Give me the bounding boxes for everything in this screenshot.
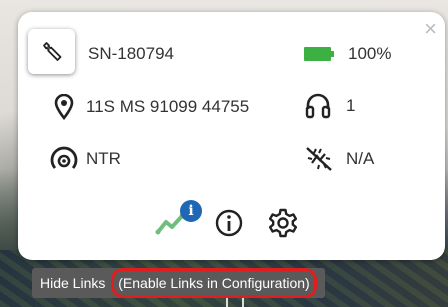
location-pin-icon	[54, 94, 74, 120]
headset-count: 1	[346, 96, 356, 115]
tooltip-highlight: (Enable Links in Configuration)	[111, 268, 317, 298]
info-button[interactable]	[214, 208, 244, 238]
wrench-icon	[40, 40, 64, 64]
signal-row: NTR	[48, 145, 121, 173]
info-icon	[215, 209, 243, 237]
device-tool-button[interactable]	[28, 29, 75, 74]
location-row: 11S MS 91099 44755	[54, 94, 249, 120]
serial-number: SN-180794	[88, 44, 175, 63]
battery-icon	[304, 47, 334, 61]
close-button[interactable]: ×	[424, 18, 437, 40]
sensor-row: N/A	[304, 145, 374, 173]
tooltip-text: Hide Links	[40, 275, 106, 291]
battery-level: 100%	[348, 44, 392, 63]
signal-status: NTR	[86, 149, 121, 168]
links-tooltip: Hide Links (Enable Links in Configuratio…	[32, 268, 325, 298]
popup-actions: i	[154, 200, 314, 242]
sensor-status: N/A	[346, 149, 375, 168]
links-info-badge: i	[180, 200, 202, 222]
headset-row: 1	[304, 92, 355, 120]
gear-icon	[268, 208, 298, 238]
grid-coordinates: 11S MS 91099 44755	[86, 97, 250, 116]
headset-icon	[304, 92, 332, 120]
signal-broadcast-icon	[48, 145, 80, 173]
links-toggle-button[interactable]: i	[154, 200, 202, 240]
battery-row: 100%	[304, 44, 391, 64]
sensor-disabled-icon	[304, 145, 334, 173]
settings-button[interactable]	[267, 207, 299, 239]
serial-row: SN-180794	[88, 44, 174, 64]
map-scale-marker	[226, 298, 244, 307]
device-info-popup: × SN-180794 100% 11S MS 91099 44755 1 NT…	[18, 12, 445, 260]
